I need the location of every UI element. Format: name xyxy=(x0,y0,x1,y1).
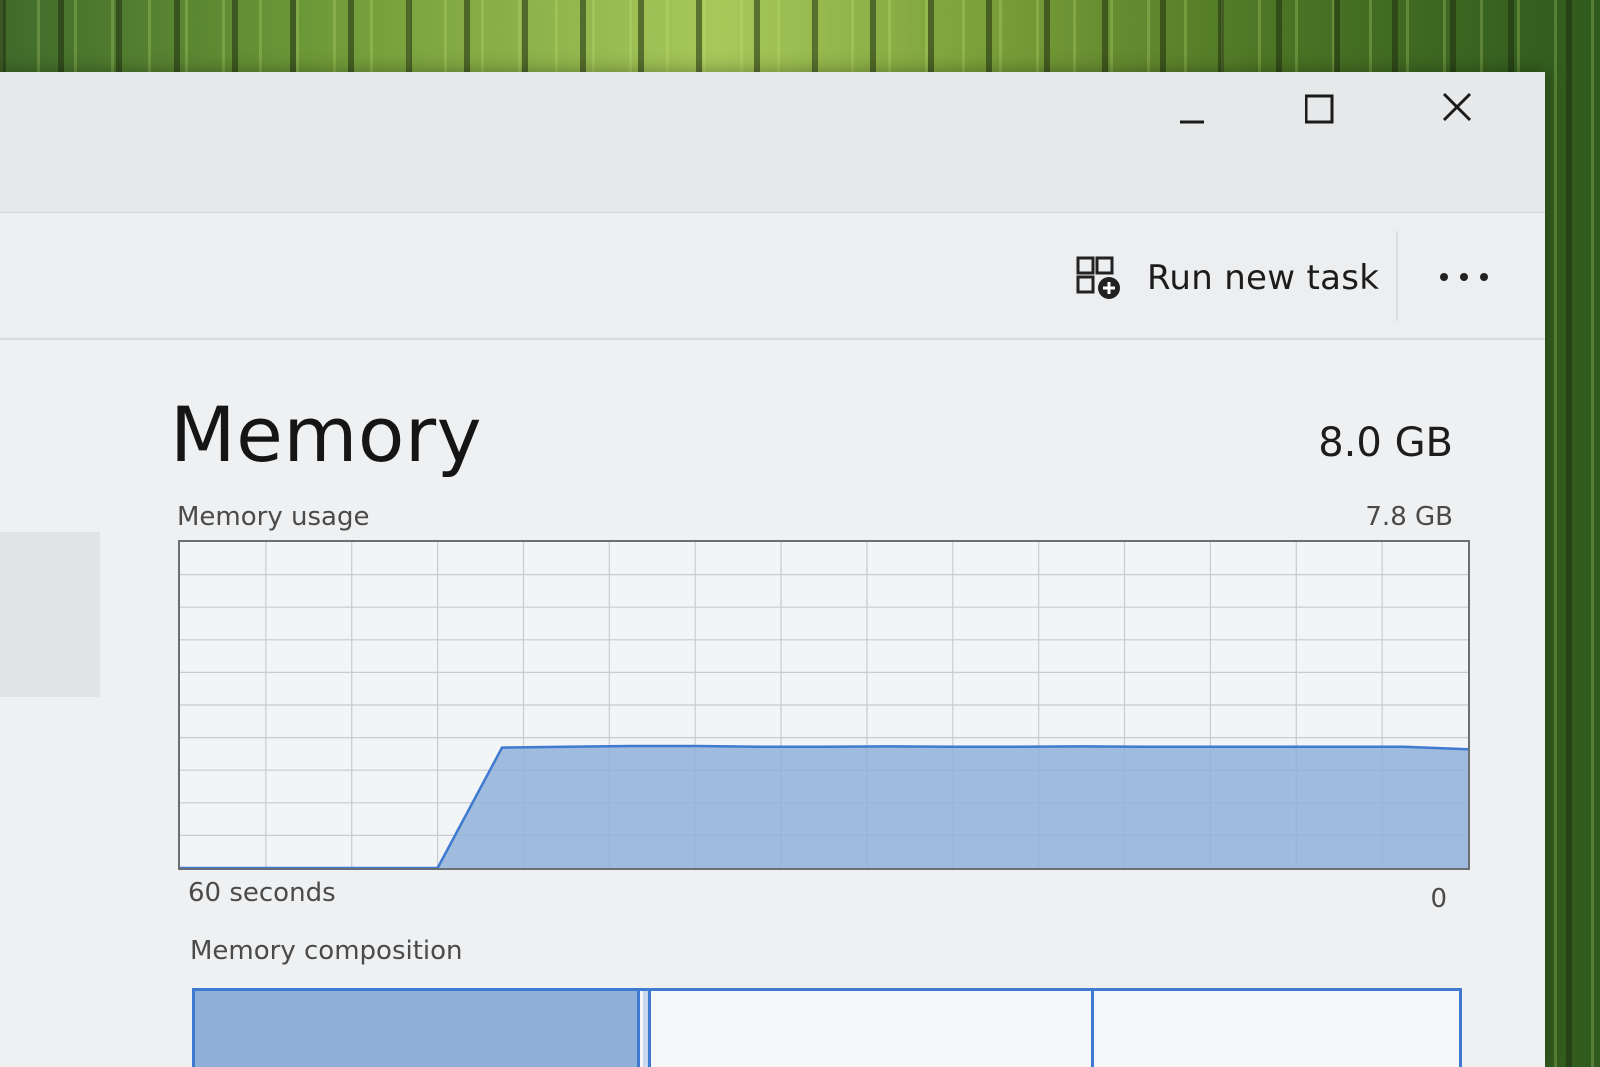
minimize-button[interactable] xyxy=(1172,88,1242,132)
graph-time-start: 60 seconds xyxy=(188,878,336,908)
more-options-button[interactable] xyxy=(1436,257,1496,297)
close-icon xyxy=(1442,92,1472,122)
composition-in-use xyxy=(195,991,640,1067)
memory-usage-label: Memory usage xyxy=(177,502,370,532)
run-task-icon xyxy=(1076,256,1120,299)
graph-time-end: 0 xyxy=(1430,884,1447,914)
composition-free xyxy=(1097,991,1459,1067)
title-bar xyxy=(0,72,1545,212)
task-manager-window: Run new task Memory 8.0 GB Memory usage … xyxy=(0,72,1545,1067)
composition-modified xyxy=(643,991,651,1067)
usage-area xyxy=(180,745,1468,868)
memory-usage-chart xyxy=(180,542,1468,868)
run-new-task-button[interactable]: Run new task xyxy=(1075,255,1379,301)
memory-composition-label: Memory composition xyxy=(190,936,463,966)
command-bar: Run new task xyxy=(0,212,1545,340)
memory-usage-graph xyxy=(178,540,1470,870)
minimize-icon xyxy=(1180,120,1204,124)
maximize-button[interactable] xyxy=(1304,88,1375,132)
memory-composition-bar xyxy=(192,988,1462,1067)
memory-panel: Memory 8.0 GB Memory usage 7.8 GB 60 sec… xyxy=(0,340,1545,1067)
command-bar-divider xyxy=(1396,231,1398,321)
close-button[interactable] xyxy=(1442,88,1512,132)
composition-standby xyxy=(654,991,1094,1067)
more-options-icon xyxy=(1440,273,1488,281)
maximize-icon xyxy=(1304,94,1334,124)
total-memory: 8.0 GB xyxy=(1318,420,1453,466)
memory-usage-max: 7.8 GB xyxy=(1365,502,1453,532)
page-title: Memory xyxy=(170,390,483,479)
run-new-task-label: Run new task xyxy=(1147,258,1380,298)
